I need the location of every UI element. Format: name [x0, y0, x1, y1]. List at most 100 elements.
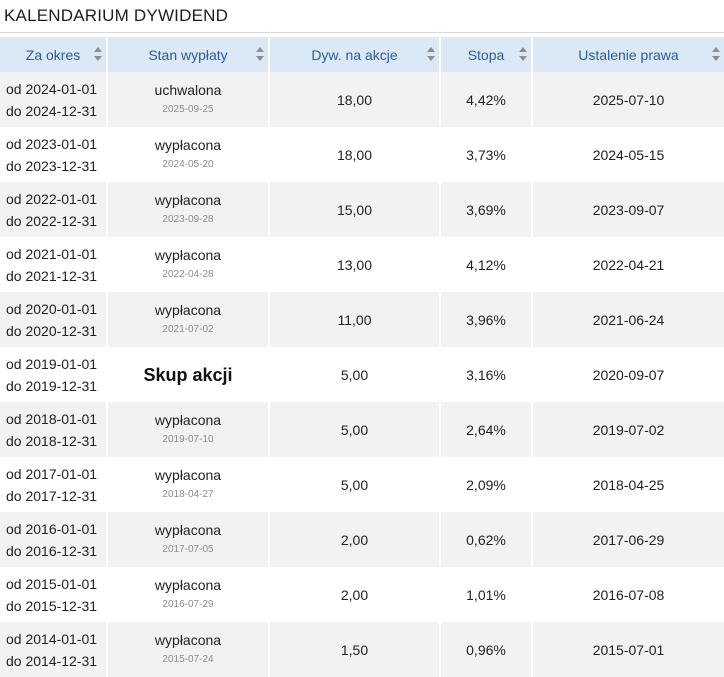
- table-row: od 2020-01-01 do 2020-12-31 wypłacona 2021-…: [0, 292, 724, 347]
- sort-icon[interactable]: [519, 47, 528, 61]
- table-row: od 2014-01-01 do 2014-12-31 wypłacona 2015-…: [0, 622, 724, 677]
- section-header: KALENDARIUM DYWIDEND: [0, 0, 724, 33]
- period-cell: od 2016-01-01 do 2016-12-31: [0, 512, 108, 567]
- status-date: 2022-04-28: [162, 268, 214, 280]
- status-cell: wypłacona 2024-05-20: [107, 127, 270, 182]
- period-from: od 2014-01-01: [6, 630, 98, 647]
- sort-icon[interactable]: [712, 47, 721, 61]
- table-row: od 2015-01-01 do 2015-12-31 wypłacona 2016-…: [0, 567, 724, 622]
- period-to: do 2017-12-31: [6, 487, 98, 504]
- status-cell: wypłacona 2018-04-27: [107, 457, 270, 512]
- period-cell: od 2020-01-01 do 2020-12-31: [0, 292, 108, 347]
- status-cell: wypłacona 2022-04-28: [107, 237, 270, 292]
- status-label: uchwalona: [154, 81, 222, 98]
- period-from: od 2024-01-01: [6, 80, 98, 97]
- status-date: 2015-07-24: [162, 653, 214, 665]
- rate-cell: 2,09%: [440, 457, 533, 512]
- period-cell: od 2015-01-01 do 2015-12-31: [0, 567, 108, 622]
- column-header-dividend[interactable]: Dyw. na akcje: [269, 37, 441, 72]
- rate-cell: 0,62%: [440, 512, 533, 567]
- page-title: KALENDARIUM DYWIDEND: [4, 6, 229, 25]
- status-date: 2024-05-20: [162, 158, 214, 170]
- status-cell: wypłacona 2017-07-05: [107, 512, 270, 567]
- period-from: od 2017-01-01: [6, 465, 98, 482]
- period-cell: od 2022-01-01 do 2022-12-31: [0, 182, 108, 237]
- status-label: wypłacona: [154, 246, 222, 263]
- period-cell: od 2018-01-01 do 2018-12-31: [0, 402, 108, 457]
- status-cell: wypłacona 2019-07-10: [107, 402, 270, 457]
- dividend-cell: 11,00: [269, 292, 441, 347]
- table-row: od 2024-01-01 do 2024-12-31 uchwalona 2025-…: [0, 72, 724, 127]
- record-date-cell: 2021-06-24: [592, 311, 665, 328]
- dividend-cell: 2,00: [269, 512, 441, 567]
- period-cell: od 2017-01-01 do 2017-12-31: [0, 457, 108, 512]
- rate-cell: 3,96%: [440, 292, 533, 347]
- record-date-cell: 2015-07-01: [592, 641, 665, 658]
- status-label: Skup akcji: [143, 364, 233, 385]
- record-date-cell: 2024-05-15: [592, 146, 665, 163]
- status-label: wypłacona: [154, 301, 222, 318]
- column-header-period[interactable]: Za okres: [0, 37, 108, 72]
- period-from: od 2015-01-01: [6, 575, 98, 592]
- rate-cell: 3,73%: [440, 127, 533, 182]
- status-cell: wypłacona 2021-07-02: [107, 292, 270, 347]
- rate-cell: 3,69%: [440, 182, 533, 237]
- period-from: od 2016-01-01: [6, 520, 98, 537]
- status-date: 2025-09-25: [162, 103, 214, 115]
- period-cell: od 2019-01-01 do 2019-12-31: [0, 347, 108, 402]
- dividend-cell: 2,00: [269, 567, 441, 622]
- period-to: do 2023-12-31: [6, 157, 98, 174]
- status-label: wypłacona: [154, 411, 222, 428]
- record-date-cell: 2018-04-25: [592, 476, 665, 493]
- status-date: 2021-07-02: [162, 323, 214, 335]
- table-row: od 2018-01-01 do 2018-12-31 wypłacona 2019-…: [0, 402, 724, 457]
- status-label: wypłacona: [154, 576, 222, 593]
- status-cell: wypłacona 2015-07-24: [107, 622, 270, 677]
- status-label: wypłacona: [154, 631, 222, 648]
- record-date-cell: 2020-09-07: [592, 366, 665, 383]
- status-date: 2023-09-28: [162, 213, 214, 225]
- sort-icon[interactable]: [94, 47, 103, 61]
- period-cell: od 2023-01-01 do 2023-12-31: [0, 127, 108, 182]
- table-header-row: Za okres Stan wypłaty Dyw. na akcje Stop…: [0, 37, 724, 72]
- table-row: od 2017-01-01 do 2017-12-31 wypłacona 2018-…: [0, 457, 724, 512]
- record-date-cell: 2017-06-29: [592, 531, 665, 548]
- period-cell: od 2014-01-01 do 2014-12-31: [0, 622, 108, 677]
- column-header-rate[interactable]: Stopa: [440, 37, 533, 72]
- rate-cell: 4,12%: [440, 237, 533, 292]
- status-date: 2016-07-29: [162, 598, 214, 610]
- record-date-cell: 2025-07-10: [592, 91, 665, 108]
- record-date-cell: 2016-07-08: [592, 586, 665, 603]
- rate-cell: 2,64%: [440, 402, 533, 457]
- period-from: od 2022-01-01: [6, 190, 98, 207]
- sort-icon[interactable]: [427, 47, 436, 61]
- period-to: do 2022-12-31: [6, 212, 98, 229]
- table-row: od 2016-01-01 do 2016-12-31 wypłacona 2017-…: [0, 512, 724, 567]
- dividend-cell: 5,00: [269, 457, 441, 512]
- dividend-cell: 13,00: [269, 237, 441, 292]
- table-row: od 2023-01-01 do 2023-12-31 wypłacona 2024-…: [0, 127, 724, 182]
- period-to: do 2021-12-31: [6, 267, 98, 284]
- column-header-record-date[interactable]: Ustalenie prawa: [532, 37, 724, 72]
- period-from: od 2019-01-01: [6, 355, 98, 372]
- period-from: od 2023-01-01: [6, 135, 98, 152]
- record-date-cell: 2023-09-07: [592, 201, 665, 218]
- period-to: do 2014-12-31: [6, 652, 98, 669]
- dividend-cell: 18,00: [269, 127, 441, 182]
- status-cell: uchwalona 2025-09-25: [107, 72, 270, 127]
- status-label: wypłacona: [154, 466, 222, 483]
- rate-cell: 0,96%: [440, 622, 533, 677]
- table-row: od 2019-01-01 do 2019-12-31 Skup akcji 5,00…: [0, 347, 724, 402]
- period-to: do 2018-12-31: [6, 432, 98, 449]
- table-row: od 2022-01-01 do 2022-12-31 wypłacona 2023-…: [0, 182, 724, 237]
- dividend-cell: 15,00: [269, 182, 441, 237]
- status-label: wypłacona: [154, 521, 222, 538]
- column-header-status[interactable]: Stan wypłaty: [107, 37, 270, 72]
- dividend-cell: 5,00: [269, 402, 441, 457]
- column-header-label: Dyw. na akcje: [311, 46, 398, 63]
- status-cell: wypłacona 2016-07-29: [107, 567, 270, 622]
- dividend-table: Za okres Stan wypłaty Dyw. na akcje Stop…: [0, 37, 724, 677]
- rate-cell: 1,01%: [440, 567, 533, 622]
- sort-icon[interactable]: [256, 47, 265, 61]
- rate-cell: 3,16%: [440, 347, 533, 402]
